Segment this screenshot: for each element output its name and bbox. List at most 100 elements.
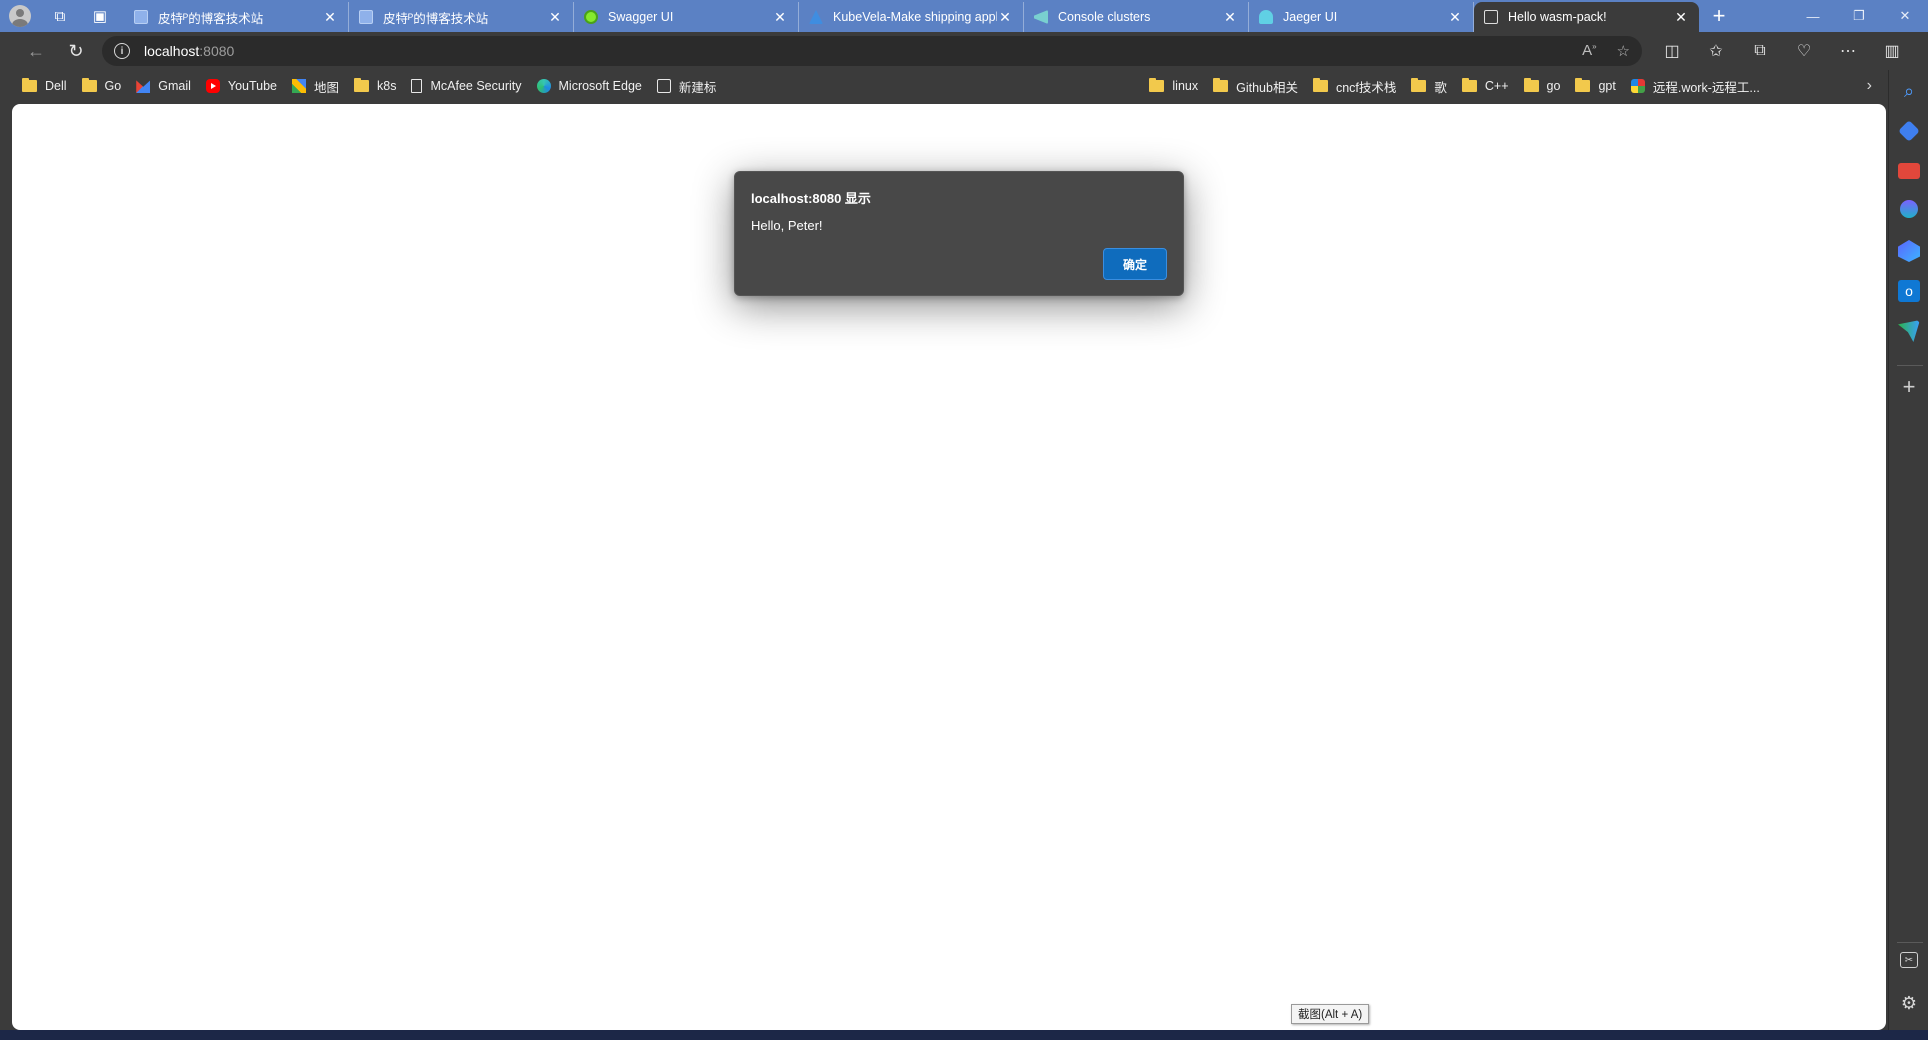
bookmark-linux[interactable]: linux <box>1149 78 1198 93</box>
edge-icon <box>536 79 551 93</box>
bookmark-label: YouTube <box>227 79 278 93</box>
bookmark-microsoft-edge[interactable]: Microsoft Edge <box>536 79 642 93</box>
tab-title: Swagger UI <box>608 10 674 24</box>
sidebar-toggle-icon[interactable]: ▥ <box>1870 32 1914 70</box>
tab-blog-2[interactable]: 皮特ᴾ的博客技术站 ✕ <box>349 2 574 32</box>
bookmark-github[interactable]: Github相关 <box>1213 77 1298 96</box>
more-menu-icon[interactable]: ⋯ <box>1826 32 1870 70</box>
close-icon[interactable]: ✕ <box>1447 9 1463 26</box>
tab-kubevela[interactable]: KubeVela-Make shipping applications more… <box>799 2 1024 32</box>
collections-icon[interactable]: ⧉ <box>1738 32 1782 70</box>
add-icon[interactable]: + <box>1898 374 1920 399</box>
tab-hello-wasm-pack[interactable]: Hello wasm-pack! ✕ <box>1474 2 1699 32</box>
bookmark-gmail[interactable]: Gmail <box>136 79 191 93</box>
remote-work-icon <box>1630 79 1645 93</box>
favorite-star-icon[interactable]: ☆ <box>1617 42 1630 60</box>
folder-icon <box>354 78 370 92</box>
tab-title: 皮特ᴾ的博客技术站 <box>383 11 489 26</box>
plus-icon: + <box>1712 3 1726 28</box>
close-icon[interactable]: ✕ <box>547 9 563 26</box>
refresh-button[interactable]: ↻ <box>56 32 96 70</box>
bookmark-label: C++ <box>1484 79 1509 93</box>
restore-icon[interactable]: ❐ <box>1836 0 1882 32</box>
screenshot-icon[interactable]: ✂ <box>1900 952 1918 968</box>
tab-title: Console clusters <box>1058 10 1151 24</box>
address-bar[interactable]: i localhost:8080 A» ☆ <box>102 36 1642 66</box>
folder-icon <box>1149 78 1165 92</box>
tab-console-clusters[interactable]: Console clusters ✕ <box>1024 2 1249 32</box>
bookmark-dell[interactable]: Dell <box>22 78 67 93</box>
browser-essentials-icon[interactable]: ♡ <box>1782 32 1826 70</box>
favorites-icon[interactable]: ✩ <box>1694 32 1738 70</box>
drop-icon[interactable] <box>1898 320 1920 342</box>
bookmark-mcafee[interactable]: McAfee Security <box>411 79 522 93</box>
shopping-tag-icon[interactable] <box>1898 120 1920 142</box>
bookmark-gpt[interactable]: gpt <box>1575 78 1616 93</box>
gear-icon[interactable]: ⚙ <box>1898 992 1920 1014</box>
ok-button[interactable]: 确定 <box>1103 248 1167 280</box>
document-icon <box>411 79 423 93</box>
site-info-icon[interactable]: i <box>114 43 130 59</box>
kubevela-icon <box>809 10 823 24</box>
bookmark-label: gpt <box>1598 79 1616 93</box>
tab-swagger[interactable]: Swagger UI ✕ <box>574 2 799 32</box>
url-host: localhost <box>144 43 200 59</box>
close-icon[interactable]: ✕ <box>1673 9 1689 26</box>
bookmark-label: 新建标 <box>678 80 717 95</box>
bookmark-maps[interactable]: 地图 <box>292 77 339 96</box>
folder-icon <box>81 78 97 92</box>
minimize-icon[interactable]: — <box>1790 0 1836 32</box>
bookmark-go[interactable]: Go <box>81 78 121 93</box>
bookmark-new[interactable]: 新建标 <box>656 77 717 96</box>
folder-icon <box>1213 78 1229 92</box>
close-icon[interactable]: ✕ <box>997 9 1013 26</box>
bookmark-label: Github相关 <box>1236 80 1298 95</box>
bookmark-label: Dell <box>45 79 67 93</box>
bookmark-cncf[interactable]: cncf技术栈 <box>1312 77 1397 96</box>
bookmark-label: 远程.work-远程工... <box>1652 80 1760 95</box>
bookmark-label: k8s <box>377 79 397 93</box>
navigation-toolbar: ← ↻ i localhost:8080 A» ☆ ◫ ✩ ⧉ ♡ ⋯ ▥ <box>0 32 1928 70</box>
tools-icon[interactable] <box>1898 163 1920 179</box>
tab-title: 皮特ᴾ的博客技术站 <box>158 11 264 26</box>
bookmark-k8s[interactable]: k8s <box>354 78 397 93</box>
edge-sidebar: ⌕ o + ✂ ⚙ <box>1888 70 1928 1040</box>
page-content: localhost:8080 显示 Hello, Peter! 确定 <box>12 104 1886 1030</box>
swagger-icon <box>584 10 598 24</box>
bookmark-youtube[interactable]: YouTube <box>205 79 278 93</box>
bookmark-go-folder[interactable]: go <box>1523 78 1560 93</box>
copilot-icon[interactable] <box>1900 200 1918 218</box>
tab-actions-button[interactable]: ▣ <box>80 0 120 32</box>
search-icon[interactable]: ⌕ <box>1898 80 1920 102</box>
avatar-icon <box>9 5 31 27</box>
folder-icon <box>1575 78 1591 92</box>
bookmark-remote-work[interactable]: 远程.work-远程工... <box>1630 77 1760 96</box>
address-bar-actions: A» ☆ <box>1582 42 1630 60</box>
close-icon[interactable]: ✕ <box>772 9 788 26</box>
tab-blog-1[interactable]: 皮特ᴾ的博客技术站 ✕ <box>124 2 349 32</box>
games-icon[interactable] <box>1898 240 1920 262</box>
tab-strip: ⧉ ▣ 皮特ᴾ的博客技术站 ✕ 皮特ᴾ的博客技术站 ✕ Swagger UI ✕ <box>0 0 1928 32</box>
bookmark-label: 地图 <box>314 80 340 95</box>
bookmark-cpp[interactable]: C++ <box>1461 78 1509 93</box>
tab-jaeger[interactable]: Jaeger UI ✕ <box>1249 2 1474 32</box>
close-icon[interactable]: ✕ <box>1222 9 1238 26</box>
bookmark-label: cncf技术栈 <box>1335 80 1397 95</box>
split-screen-icon[interactable]: ◫ <box>1650 32 1694 70</box>
bookmark-label: 歌 <box>1434 80 1447 95</box>
back-button[interactable]: ← <box>16 32 56 70</box>
workspaces-button[interactable]: ⧉ <box>40 0 80 32</box>
window-controls: — ❐ ✕ <box>1790 0 1928 32</box>
refresh-icon: ↻ <box>68 40 84 61</box>
tab-list: 皮特ᴾ的博客技术站 ✕ 皮特ᴾ的博客技术站 ✕ Swagger UI ✕ Kub… <box>124 0 1699 32</box>
screenshot-tooltip: 截图(Alt + A) <box>1291 1004 1370 1024</box>
chevron-right-icon[interactable]: › <box>1867 77 1872 95</box>
close-icon[interactable]: ✕ <box>322 9 338 26</box>
read-aloud-icon[interactable]: A» <box>1582 42 1596 60</box>
new-tab-button[interactable]: + <box>1699 0 1739 32</box>
sidebar-divider <box>1897 365 1923 366</box>
bookmark-songs[interactable]: 歌 <box>1411 77 1447 96</box>
outlook-icon[interactable]: o <box>1898 280 1920 302</box>
profile-button[interactable] <box>0 0 40 32</box>
window-close-icon[interactable]: ✕ <box>1882 0 1928 32</box>
